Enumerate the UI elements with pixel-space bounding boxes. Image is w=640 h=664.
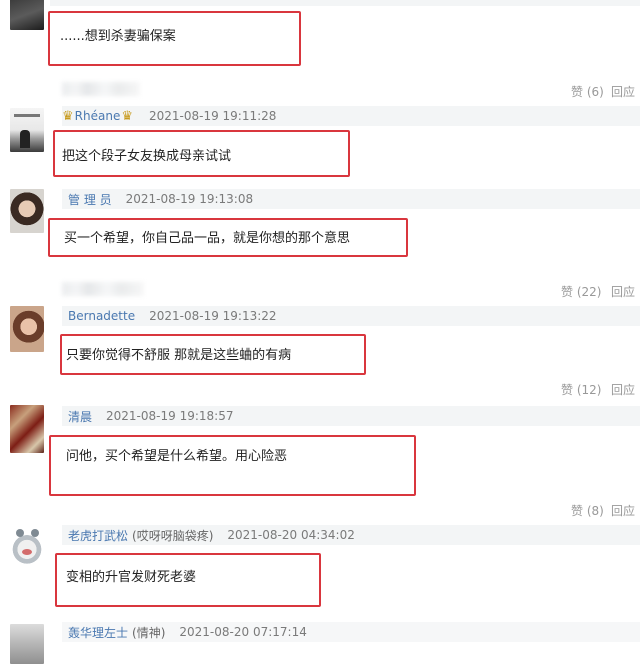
avatar[interactable] bbox=[10, 523, 44, 571]
comment-nickname: (情神) bbox=[132, 625, 166, 640]
like-button[interactable]: 赞 (8) bbox=[571, 502, 604, 519]
comment-timestamp: 2021-08-19 19:18:57 bbox=[106, 409, 234, 423]
comment-username[interactable]: Rhéane bbox=[75, 109, 121, 123]
blurred-reply-strip bbox=[62, 82, 140, 96]
comment-meta-bar: 轰华理左士 (情神) 2021-08-20 07:17:14 bbox=[62, 622, 640, 642]
comment-text: 变相的升官发财死老婆 bbox=[66, 570, 197, 585]
comment-text: 问他，买个希望是什么希望。用心险恶 bbox=[66, 449, 288, 464]
comment-username[interactable]: 管 理 员 bbox=[68, 191, 112, 208]
comment-meta-bar: ♛ Rhéane ♛ 2021-08-19 19:11:28 bbox=[62, 106, 640, 126]
avatar[interactable] bbox=[10, 189, 44, 233]
crown-icon: ♛ bbox=[121, 108, 133, 124]
reply-button[interactable]: 回应 bbox=[611, 502, 635, 519]
avatar[interactable] bbox=[10, 0, 44, 30]
like-button[interactable]: 赞 (6) bbox=[571, 83, 604, 100]
comment-text: 买一个希望，你自己品一品，就是你想的那个意思 bbox=[64, 231, 351, 246]
avatar[interactable] bbox=[10, 405, 44, 453]
comment-timestamp: 2021-08-19 19:13:08 bbox=[125, 192, 254, 206]
comment-timestamp: 2021-08-19 19:13:22 bbox=[149, 309, 277, 323]
reply-button[interactable]: 回应 bbox=[611, 83, 635, 100]
avatar[interactable] bbox=[10, 624, 44, 664]
comment-timestamp: 2021-08-19 19:11:28 bbox=[148, 109, 277, 123]
comment-meta-bar: 清晨 2021-08-19 19:18:57 bbox=[62, 406, 640, 426]
like-button[interactable]: 赞 (22) bbox=[561, 283, 601, 300]
comment-username[interactable]: Bernadette bbox=[68, 309, 135, 323]
comment-text: 把这个段子女友换成母亲试试 bbox=[62, 149, 232, 164]
avatar[interactable] bbox=[10, 108, 44, 152]
comment-text: 只要你觉得不舒服 那就是这些蛐的有病 bbox=[66, 348, 292, 363]
comment-nickname: (哎呀呀脑袋疼) bbox=[132, 528, 214, 543]
blurred-reply-strip bbox=[62, 282, 144, 296]
crown-icon: ♛ bbox=[62, 108, 74, 124]
comment-username[interactable]: 老虎打武松 bbox=[68, 527, 128, 544]
avatar[interactable] bbox=[10, 306, 44, 352]
comment-meta-bar bbox=[50, 0, 640, 6]
comment-meta-bar: 老虎打武松 (哎呀呀脑袋疼) 2021-08-20 04:34:02 bbox=[62, 525, 640, 545]
reply-button[interactable]: 回应 bbox=[611, 283, 635, 300]
comment-text: ......想到杀妻骗保案 bbox=[60, 29, 176, 44]
comment-username[interactable]: 轰华理左士 bbox=[68, 624, 128, 641]
comment-username[interactable]: 清晨 bbox=[68, 408, 92, 425]
reply-button[interactable]: 回应 bbox=[611, 381, 635, 398]
comment-meta-bar: 管 理 员 2021-08-19 19:13:08 bbox=[62, 189, 640, 209]
comment-timestamp: 2021-08-20 07:17:14 bbox=[179, 625, 307, 639]
comment-meta-bar: Bernadette 2021-08-19 19:13:22 bbox=[62, 306, 640, 326]
comment-timestamp: 2021-08-20 04:34:02 bbox=[227, 528, 355, 542]
like-button[interactable]: 赞 (12) bbox=[561, 381, 601, 398]
